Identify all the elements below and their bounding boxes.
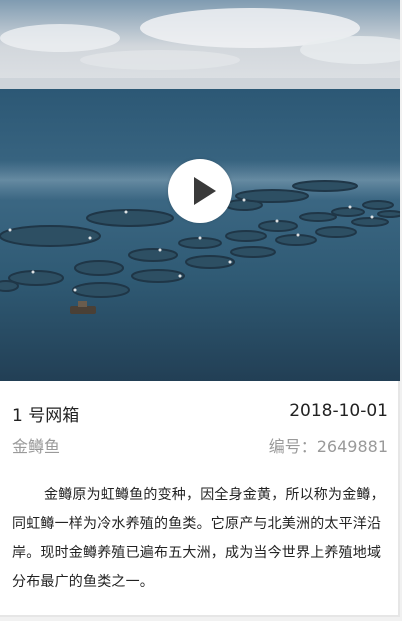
fish-cage-card: 1 号网箱 2018-10-01 金鳟鱼 编号：2649881 金鳟原为虹鳟鱼的…: [0, 0, 400, 617]
play-button[interactable]: [168, 159, 232, 223]
species-description: 金鳟原为虹鳟鱼的变种，因全身金黄，所以称为金鳟，同虹鳟一样为冷水养殖的鱼类。它原…: [12, 487, 385, 590]
code-value: 2649881: [316, 437, 388, 456]
code-label: 编号：: [268, 437, 317, 456]
card-meta: 金鳟鱼 编号：2649881: [12, 433, 388, 457]
video-thumbnail[interactable]: [0, 0, 400, 381]
play-icon: [194, 177, 216, 205]
species-name: 金鳟鱼: [12, 437, 61, 456]
cage-code: 编号：2649881: [269, 433, 388, 457]
cage-title: 1 号网箱: [12, 406, 80, 426]
card-header: 1 号网箱 2018-10-01: [12, 401, 388, 427]
record-date: 2018-10-01: [289, 401, 388, 421]
